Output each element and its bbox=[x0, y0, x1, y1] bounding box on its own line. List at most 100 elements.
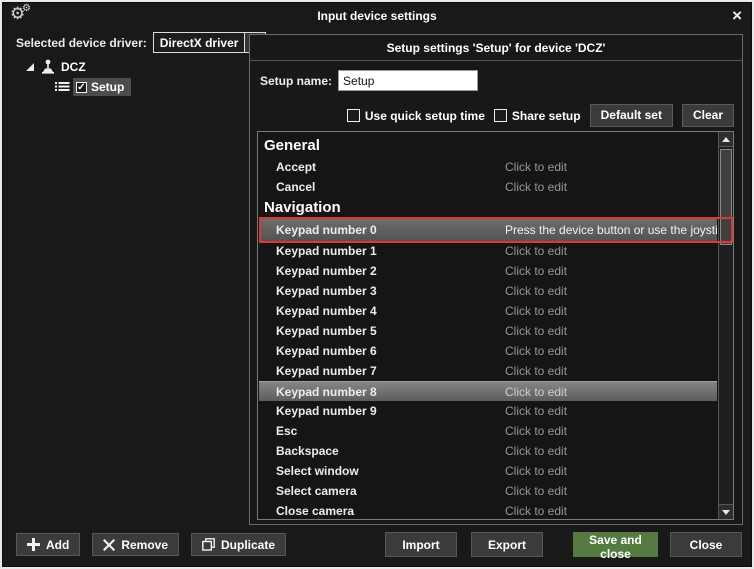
tree-node-device[interactable]: DCZ bbox=[26, 58, 131, 76]
default-set-button[interactable]: Default set bbox=[590, 104, 673, 127]
list-item-label: Keypad number 1 bbox=[276, 241, 377, 261]
list-item-value[interactable]: Click to edit bbox=[505, 421, 567, 441]
list-item-label: Keypad number 7 bbox=[276, 361, 377, 381]
list-item-value[interactable]: Click to edit bbox=[505, 301, 567, 321]
tree-node-setup[interactable]: ✓ Setup bbox=[55, 78, 131, 96]
setup-tree-item[interactable]: ✓ Setup bbox=[73, 78, 131, 96]
device-driver-row: Selected device driver: DirectX driver bbox=[16, 32, 266, 53]
list-item-value[interactable]: Click to edit bbox=[505, 261, 567, 281]
copy-icon bbox=[202, 538, 215, 551]
duplicate-button[interactable]: Duplicate bbox=[191, 533, 286, 556]
list-item-label: Keypad number 9 bbox=[276, 401, 377, 421]
list-item-value[interactable]: Click to edit bbox=[505, 461, 567, 481]
share-setup-option: Share setup bbox=[494, 109, 581, 123]
list-item-keypad-number-7[interactable]: Keypad number 7 Click to edit bbox=[259, 361, 717, 381]
list-item-keypad-number-1[interactable]: Keypad number 1 Click to edit bbox=[259, 241, 717, 261]
list-item-accept[interactable]: Accept Click to edit bbox=[259, 157, 717, 177]
list-item-value[interactable]: Press the device button or use the joyst… bbox=[505, 219, 730, 241]
remove-button[interactable]: Remove bbox=[92, 533, 179, 556]
remove-button-label: Remove bbox=[121, 538, 168, 552]
list-item-value[interactable]: Click to edit bbox=[505, 341, 567, 361]
list-item-label: Keypad number 8 bbox=[276, 382, 377, 402]
list-item-label: Keypad number 0 bbox=[276, 219, 377, 241]
list-item-label: Esc bbox=[276, 421, 297, 441]
add-button-label: Add bbox=[46, 538, 69, 552]
list-item-label: Keypad number 2 bbox=[276, 261, 377, 281]
list-item-keypad-number-8[interactable]: Keypad number 8 Click to edit bbox=[259, 381, 717, 401]
list-section-header: Navigation bbox=[259, 197, 717, 219]
close-icon[interactable]: × bbox=[732, 6, 742, 26]
scrollbar-thumb[interactable] bbox=[720, 149, 732, 245]
list-item-value[interactable]: Click to edit bbox=[505, 281, 567, 301]
x-icon bbox=[103, 539, 115, 551]
list-item-backspace[interactable]: Backspace Click to edit bbox=[259, 441, 717, 461]
setup-list-icon bbox=[55, 81, 70, 94]
list-item-value[interactable]: Click to edit bbox=[505, 361, 567, 381]
list-item-keypad-number-6[interactable]: Keypad number 6 Click to edit bbox=[259, 341, 717, 361]
share-setup-checkbox[interactable] bbox=[494, 109, 507, 122]
window-title: Input device settings bbox=[2, 2, 752, 30]
list-item-keypad-number-3[interactable]: Keypad number 3Click to edit bbox=[259, 281, 717, 301]
list-item-value[interactable]: Click to edit bbox=[505, 157, 567, 177]
export-button[interactable]: Export bbox=[471, 532, 543, 557]
save-and-close-button[interactable]: Save and close bbox=[573, 532, 658, 557]
list-item-value[interactable]: Click to edit bbox=[505, 501, 567, 521]
quick-setup-option: Use quick setup time bbox=[347, 109, 485, 123]
list-item-value[interactable]: Click to edit bbox=[505, 382, 567, 402]
list-item-label: Select camera bbox=[276, 481, 357, 501]
list-item-value[interactable]: Click to edit bbox=[505, 481, 567, 501]
list-item-label: Keypad number 6 bbox=[276, 341, 377, 361]
setup-name-row: Setup name: bbox=[260, 70, 742, 91]
scroll-up-button[interactable] bbox=[719, 132, 733, 147]
list-item-label: Accept bbox=[276, 157, 316, 177]
plus-icon bbox=[27, 538, 40, 551]
share-setup-label: Share setup bbox=[512, 109, 581, 123]
footer-left-buttons: Add Remove Duplicate bbox=[16, 533, 286, 556]
list-item-keypad-number-0[interactable]: Keypad number 0Press the device button o… bbox=[259, 219, 717, 241]
list-item-label: Cancel bbox=[276, 177, 315, 197]
setup-name-input[interactable] bbox=[338, 70, 478, 91]
list-item-keypad-number-5[interactable]: Keypad number 5Click to edit bbox=[259, 321, 717, 341]
list-item-value[interactable]: Click to edit bbox=[505, 241, 567, 261]
title-bar: ⚙ ⚙ Input device settings × bbox=[2, 2, 752, 30]
triangle-up-icon bbox=[722, 137, 730, 142]
setup-options-row: Use quick setup time Share setup Default… bbox=[250, 104, 734, 127]
driver-dropdown-value: DirectX driver bbox=[154, 33, 244, 52]
list-item-value[interactable]: Click to edit bbox=[505, 321, 567, 341]
duplicate-button-label: Duplicate bbox=[221, 538, 275, 552]
quick-setup-checkbox[interactable] bbox=[347, 109, 360, 122]
list-item-value[interactable]: Click to edit bbox=[505, 177, 567, 197]
list-item-esc[interactable]: Esc Click to edit bbox=[259, 421, 717, 441]
setup-name-label: Setup bbox=[91, 80, 124, 94]
list-item-keypad-number-9[interactable]: Keypad number 9 Click to edit bbox=[259, 401, 717, 421]
list-item-label: Close camera bbox=[276, 501, 354, 521]
triangle-down-icon bbox=[722, 510, 730, 515]
list-item-select-camera[interactable]: Select camera Click to edit bbox=[259, 481, 717, 501]
clear-button[interactable]: Clear bbox=[682, 104, 734, 127]
list-item-label: Select window bbox=[276, 461, 359, 481]
import-button[interactable]: Import bbox=[385, 532, 457, 557]
input-device-settings-dialog: ⚙ ⚙ Input device settings × Selected dev… bbox=[0, 0, 754, 569]
list-item-close-camera[interactable]: Close camera Click to edit bbox=[259, 501, 717, 521]
list-scrollbar[interactable] bbox=[718, 132, 733, 519]
list-item-label: Backspace bbox=[276, 441, 339, 461]
key-bindings-list: GeneralAcceptClick to editCancelClick to… bbox=[257, 131, 734, 520]
joystick-icon bbox=[40, 59, 56, 75]
list-item-keypad-number-2[interactable]: Keypad number 2 Click to edit bbox=[259, 261, 717, 281]
footer-right-buttons: Import Export Save and close Close bbox=[385, 532, 742, 557]
driver-label: Selected device driver: bbox=[16, 36, 147, 50]
setup-panel-header: Setup settings 'Setup' for device 'DCZ' bbox=[250, 35, 742, 61]
list-item-value[interactable]: Click to edit bbox=[505, 401, 567, 421]
device-name-label: DCZ bbox=[61, 60, 86, 74]
expander-icon[interactable] bbox=[26, 63, 34, 71]
list-item-keypad-number-4[interactable]: Keypad number 4Click to edit bbox=[259, 301, 717, 321]
setup-checkbox-checked[interactable]: ✓ bbox=[76, 82, 87, 93]
list-item-cancel[interactable]: Cancel Click to edit bbox=[259, 177, 717, 197]
scroll-down-button[interactable] bbox=[719, 504, 733, 519]
setup-name-field-label: Setup name: bbox=[260, 74, 332, 88]
list-item-select-window[interactable]: Select window Click to edit bbox=[259, 461, 717, 481]
setup-settings-panel: Setup settings 'Setup' for device 'DCZ' … bbox=[249, 34, 743, 525]
close-button[interactable]: Close bbox=[670, 532, 742, 557]
list-item-value[interactable]: Click to edit bbox=[505, 441, 567, 461]
add-button[interactable]: Add bbox=[16, 533, 80, 556]
